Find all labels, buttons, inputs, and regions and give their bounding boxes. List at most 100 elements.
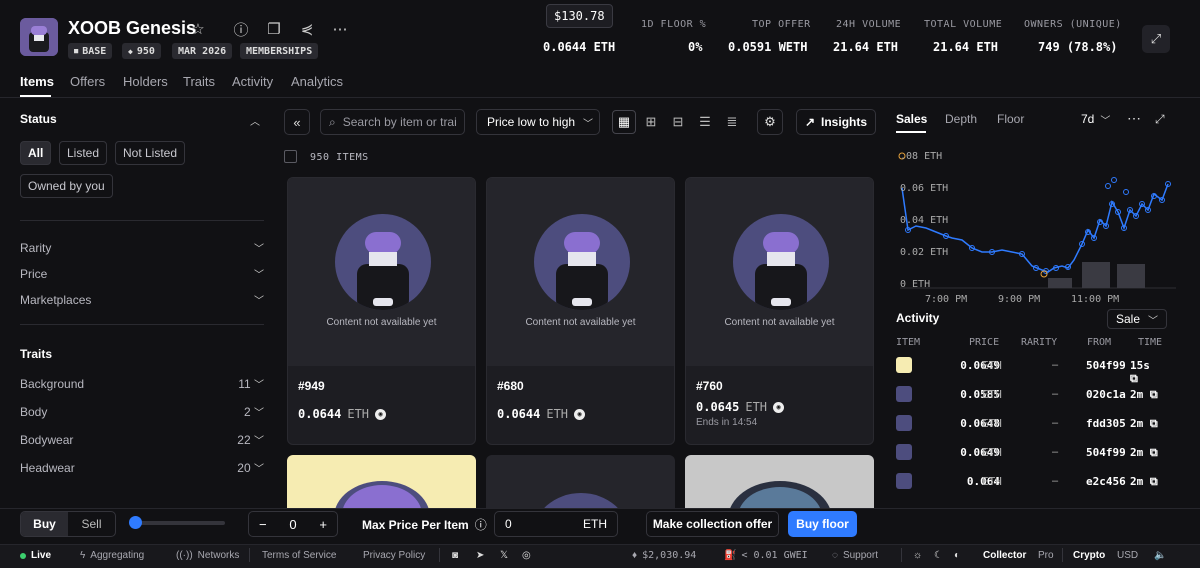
- range-dropdown[interactable]: 7d ﹀: [1081, 112, 1110, 127]
- tab-items[interactable]: Items: [20, 74, 54, 89]
- buy-sell-toggle[interactable]: Buy Sell: [20, 511, 116, 537]
- item-thumbnail: [896, 444, 912, 460]
- sort-dropdown[interactable]: Price low to high ﹀: [476, 109, 600, 135]
- tab-activity[interactable]: Activity: [232, 74, 273, 89]
- sound-icon[interactable]: 🔈: [1154, 550, 1166, 561]
- nft-price: 0.0644 ETH ◉: [497, 407, 586, 421]
- supply-chip: ◆ 950: [122, 43, 161, 59]
- currency-crypto[interactable]: Crypto: [1073, 550, 1105, 561]
- star-icon[interactable]: ☆: [189, 20, 207, 38]
- tab-holders[interactable]: Holders: [123, 74, 168, 89]
- activity-row[interactable]: 0.0585 ETH –020c1a 2m ⧉: [896, 386, 1164, 404]
- mode-collector[interactable]: Collector: [983, 550, 1026, 561]
- owners-value: 749 (78.8%): [1038, 40, 1118, 54]
- live-dot-icon: [20, 552, 26, 559]
- insights-button[interactable]: ↗ Insights: [796, 109, 876, 135]
- floor-value: 0.0644 ETH: [543, 40, 616, 54]
- search-input[interactable]: ⌕ Search by item or trai: [320, 109, 465, 135]
- nft-image: Content not available yet: [686, 178, 873, 366]
- nft-card[interactable]: Content not available yet #760 0.0645 ETH…: [685, 177, 874, 445]
- eth-icon: ♦: [632, 550, 638, 561]
- nft-card[interactable]: Content not available yet #680 0.0644 ETH…: [486, 177, 675, 445]
- trait-bodywear[interactable]: Bodywear 22 ﹀: [20, 432, 264, 448]
- aggregating-status[interactable]: ϟ Aggregating: [80, 550, 144, 561]
- date-chip: MAR 2026: [172, 43, 233, 59]
- expand-chart-icon[interactable]: ⤢: [1155, 112, 1165, 127]
- x-tick: 9:00 PM: [998, 294, 1041, 305]
- x-icon[interactable]: 𝕏: [500, 550, 508, 561]
- share-icon[interactable]: ⋞: [298, 20, 316, 38]
- mode-pro[interactable]: Pro: [1038, 550, 1054, 561]
- select-all-checkbox[interactable]: [284, 150, 297, 163]
- discord-icon[interactable]: ◙: [452, 550, 458, 561]
- chart-tab-depth[interactable]: Depth: [945, 112, 977, 126]
- more-icon[interactable]: ⋯: [1127, 110, 1141, 127]
- dark-mode-icon[interactable]: ☾: [934, 550, 943, 561]
- buy-floor-button[interactable]: Buy floor: [788, 511, 857, 537]
- grid-small-icon[interactable]: ⊞: [639, 110, 663, 134]
- activity-row[interactable]: 0.0649 ETH –504f99 15s ⧉: [896, 357, 1164, 385]
- table-icon[interactable]: ≣: [720, 110, 744, 134]
- terms-link[interactable]: Terms of Service: [262, 550, 336, 561]
- quantity-stepper[interactable]: − 0 +: [248, 511, 338, 537]
- plus-icon[interactable]: +: [319, 517, 327, 532]
- chevron-up-icon[interactable]: ︿: [250, 113, 260, 128]
- collection-title: XOOB Genesis: [68, 18, 197, 38]
- header-divider: [0, 97, 1200, 98]
- filter-not-listed[interactable]: Not Listed: [115, 141, 186, 165]
- lightning-icon: ϟ: [80, 550, 86, 561]
- filter-marketplaces[interactable]: Marketplaces ﹀: [20, 292, 264, 308]
- currency-usd[interactable]: USD: [1117, 550, 1138, 561]
- activity-filter-dropdown[interactable]: Sale ﹀: [1107, 309, 1167, 329]
- filter-owned-by-you[interactable]: Owned by you: [20, 174, 113, 198]
- nft-card[interactable]: [486, 455, 675, 515]
- networks-link[interactable]: ((·)) Networks: [176, 550, 239, 561]
- max-price-input[interactable]: 0 ETH: [494, 511, 618, 537]
- chevron-down-icon: ﹀: [254, 270, 264, 281]
- list-icon[interactable]: ☰: [693, 110, 717, 134]
- x-tick: 7:00 PM: [925, 294, 968, 305]
- tab-offers[interactable]: Offers: [70, 74, 105, 89]
- minus-icon[interactable]: −: [259, 517, 267, 532]
- activity-row[interactable]: 0.0648 ETH – fdd305 2m ⧉: [896, 415, 1164, 433]
- copy-icon[interactable]: ❐: [265, 20, 283, 38]
- trait-headwear[interactable]: Headwear 20 ﹀: [20, 460, 264, 476]
- activity-row[interactable]: 0.0649 ETH –504f99 2m ⧉: [896, 444, 1164, 462]
- grid-detail-icon[interactable]: ⊟: [666, 110, 690, 134]
- buy-toggle[interactable]: Buy: [21, 512, 68, 536]
- external-link-icon: ⧉: [1130, 372, 1138, 385]
- tab-analytics[interactable]: Analytics: [291, 74, 343, 89]
- nft-card[interactable]: [685, 455, 874, 515]
- chart-tab-sales[interactable]: Sales: [896, 112, 927, 126]
- filter-rarity[interactable]: Rarity ﹀: [20, 240, 264, 256]
- grid-large-icon[interactable]: ▦: [612, 110, 636, 134]
- filter-price[interactable]: Price ﹀: [20, 266, 264, 282]
- chart-tab-floor[interactable]: Floor: [997, 112, 1024, 126]
- light-mode-icon[interactable]: ☼: [913, 550, 922, 561]
- item-thumbnail: [896, 415, 912, 431]
- sweep-slider-track[interactable]: [130, 521, 225, 525]
- settings-icon[interactable]: ⚙: [757, 109, 783, 135]
- expand-icon[interactable]: ⤢: [1142, 25, 1170, 53]
- support-link[interactable]: ◌ Support: [832, 550, 878, 561]
- collapse-sidebar-button[interactable]: «: [284, 109, 310, 135]
- more-icon[interactable]: ⋯: [331, 20, 349, 38]
- info-icon[interactable]: ⓘ: [232, 20, 250, 39]
- chevron-down-icon: ﹀: [1148, 315, 1159, 327]
- tab-traits[interactable]: Traits: [183, 74, 215, 89]
- nft-card[interactable]: [287, 455, 476, 515]
- telegram-icon[interactable]: ➤: [476, 550, 484, 561]
- sweep-slider-handle[interactable]: [129, 516, 142, 529]
- quantity-value[interactable]: 0: [289, 517, 296, 532]
- make-collection-offer-button[interactable]: Make collection offer: [646, 511, 779, 537]
- nft-card[interactable]: Content not available yet #949 0.0644 ETH…: [287, 177, 476, 445]
- activity-row[interactable]: 0.064 ETH – e2c456 2m ⧉: [896, 473, 1164, 491]
- sell-toggle[interactable]: Sell: [68, 512, 115, 536]
- privacy-link[interactable]: Privacy Policy: [363, 550, 425, 561]
- trait-background[interactable]: Background 11 ﹀: [20, 376, 264, 392]
- filter-listed[interactable]: Listed: [59, 141, 108, 165]
- instagram-icon[interactable]: ◎: [522, 550, 531, 561]
- contrast-icon[interactable]: ◐: [954, 550, 960, 561]
- trait-body[interactable]: Body 2 ﹀: [20, 404, 264, 420]
- filter-all[interactable]: All: [20, 141, 52, 165]
